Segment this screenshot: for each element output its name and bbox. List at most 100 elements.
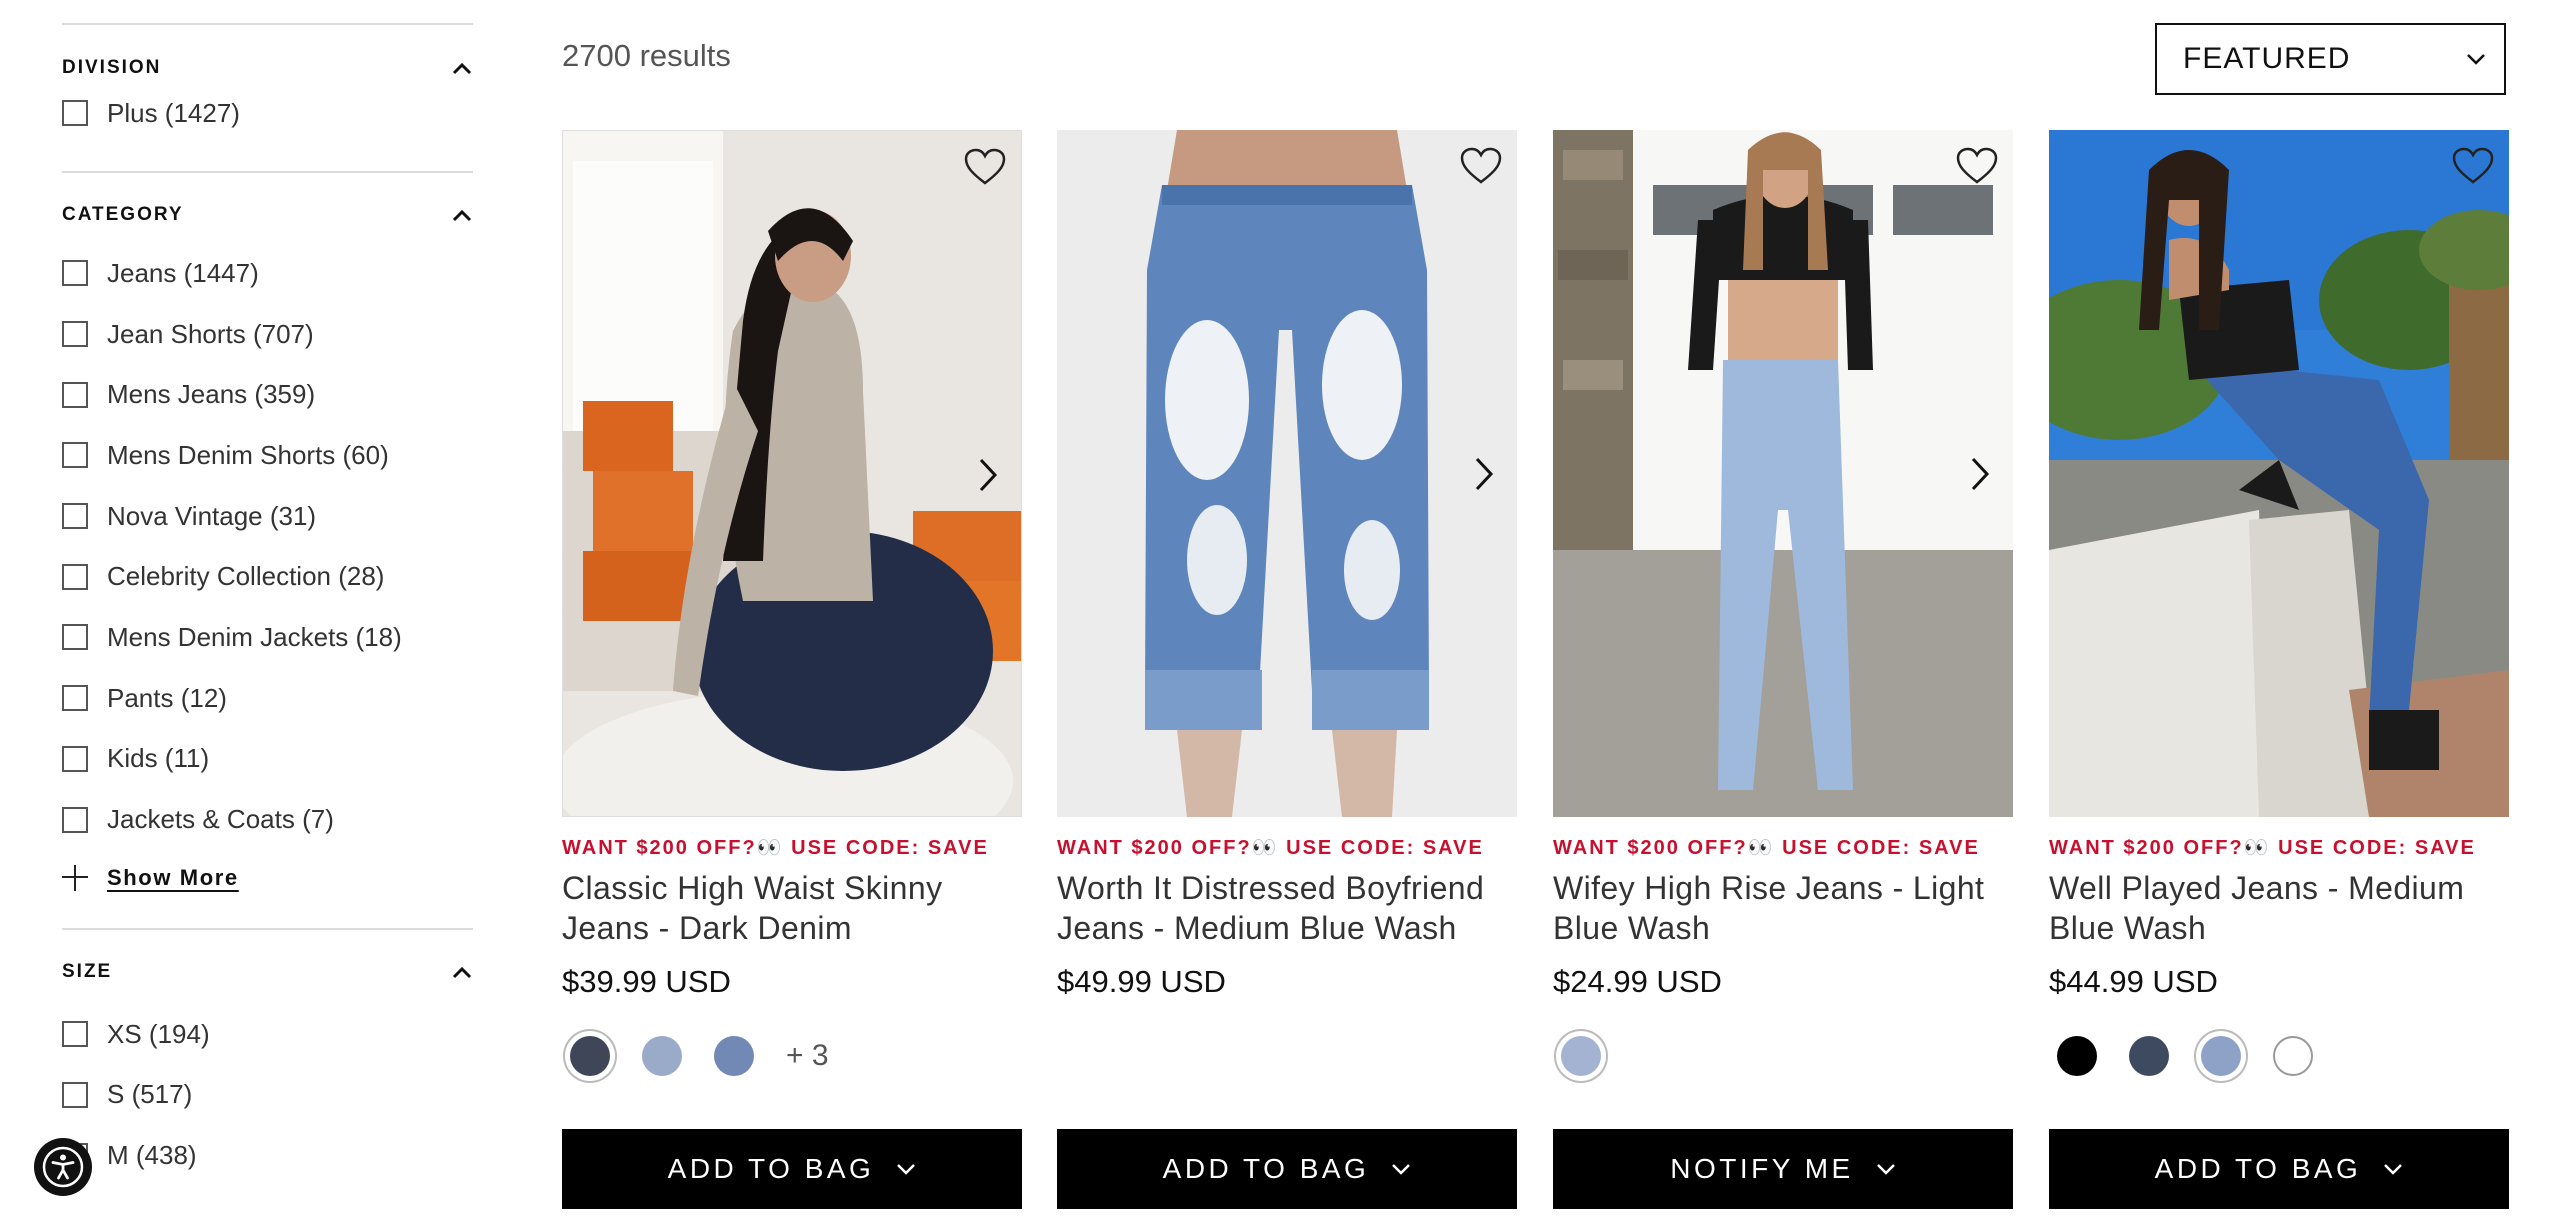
filter-option-pants[interactable]: Pants (12) — [62, 668, 473, 729]
product-card[interactable]: WANT $200 OFF?👀 USE CODE: SAVE Well Play… — [2049, 130, 2509, 1084]
product-price: $24.99 USD — [1553, 964, 1722, 999]
color-swatch[interactable] — [714, 1036, 754, 1076]
product-card[interactable]: WANT $200 OFF?👀 USE CODE: SAVE Wifey Hig… — [1553, 130, 2013, 1084]
checkbox[interactable] — [62, 1021, 88, 1048]
filter-sidebar: DIVISION Plus (1427) CATEGORY Jeans (144… — [62, 0, 473, 1186]
product-image[interactable] — [1057, 130, 1517, 817]
color-swatch[interactable] — [2201, 1036, 2241, 1076]
chevron-right-icon[interactable] — [1471, 455, 1497, 493]
add-to-bag-button[interactable]: ADD TO BAG — [562, 1129, 1022, 1209]
checkbox[interactable] — [62, 745, 88, 772]
filter-option-size-m[interactable]: M (438) — [62, 1125, 473, 1186]
sort-select[interactable]: FEATURED — [2155, 23, 2506, 95]
checkbox[interactable] — [62, 806, 88, 833]
color-swatch[interactable] — [570, 1036, 610, 1076]
filter-option-label: Kids (11) — [107, 743, 210, 774]
promo-text: WANT $200 OFF?👀 USE CODE: SAVE — [1057, 837, 1484, 859]
filter-option-label: Jackets & Coats (7) — [107, 804, 334, 835]
accessibility-button[interactable] — [34, 1138, 92, 1196]
chevron-down-icon — [897, 1164, 916, 1175]
product-image[interactable] — [2049, 130, 2509, 817]
heart-icon[interactable] — [2451, 146, 2495, 186]
filter-option-jackets-coats[interactable]: Jackets & Coats (7) — [62, 789, 473, 850]
size-filter-title: SIZE — [62, 960, 113, 982]
filter-option-celebrity-collection[interactable]: Celebrity Collection (28) — [62, 546, 473, 607]
checkbox[interactable] — [62, 685, 88, 712]
notify-me-button[interactable]: NOTIFY ME — [1553, 1129, 2013, 1209]
chevron-right-icon[interactable] — [1967, 455, 1993, 493]
heart-icon[interactable] — [1955, 146, 1999, 186]
category-filter-title: CATEGORY — [62, 204, 184, 225]
filter-option-size-xs[interactable]: XS (194) — [62, 1004, 473, 1065]
checkbox[interactable] — [62, 442, 88, 469]
filter-option-label: Celebrity Collection (28) — [107, 561, 385, 592]
product-price: $44.99 USD — [2049, 964, 2218, 999]
color-swatch[interactable] — [1561, 1036, 1601, 1076]
checkbox[interactable] — [62, 100, 88, 126]
cta-label: ADD TO BAG — [667, 1153, 875, 1184]
checkbox[interactable] — [62, 260, 88, 287]
division-filter-title: DIVISION — [62, 57, 162, 78]
filter-option-mens-denim-shorts[interactable]: Mens Denim Shorts (60) — [62, 425, 473, 486]
chevron-up-icon[interactable] — [451, 961, 473, 983]
product-card[interactable]: WANT $200 OFF?👀 USE CODE: SAVE Classic H… — [562, 130, 1022, 1084]
chevron-up-icon[interactable] — [451, 57, 473, 79]
product-image[interactable] — [1553, 130, 2013, 817]
product-name[interactable]: Classic High Waist Skinny Jeans - Dark D… — [562, 868, 1022, 948]
filter-option-label: XS (194) — [107, 1018, 210, 1049]
chevron-right-icon[interactable] — [975, 456, 1001, 494]
add-to-bag-button[interactable]: ADD TO BAG — [2049, 1129, 2509, 1209]
show-more-button[interactable]: Show More — [62, 850, 473, 906]
product-name[interactable]: Well Played Jeans - Medium Blue Wash — [2049, 868, 2509, 948]
filter-option-mens-denim-jackets[interactable]: Mens Denim Jackets (18) — [62, 607, 473, 668]
show-more-label: Show More — [107, 864, 239, 890]
color-swatches — [1553, 1028, 2013, 1084]
chevron-down-icon — [2384, 1164, 2403, 1175]
add-to-bag-button[interactable]: ADD TO BAG — [1057, 1129, 1517, 1209]
cta-label: ADD TO BAG — [1162, 1153, 1370, 1184]
cta-label: NOTIFY ME — [1670, 1153, 1854, 1184]
heart-icon[interactable] — [963, 147, 1007, 187]
filter-option-jeans[interactable]: Jeans (1447) — [62, 243, 473, 304]
promo-text: WANT $200 OFF?👀 USE CODE: SAVE — [2049, 837, 2476, 859]
filter-option-label: Jean Shorts (707) — [107, 318, 314, 349]
sort-selected-value: FEATURED — [2183, 42, 2351, 75]
color-swatches: + 3 — [562, 1028, 1022, 1084]
heart-icon[interactable] — [1459, 146, 1503, 186]
filter-option-label: Jeans (1447) — [107, 257, 259, 288]
filter-option-label: Pants (12) — [107, 682, 227, 713]
product-name[interactable]: Worth It Distressed Boyfriend Jeans - Me… — [1057, 868, 1517, 948]
color-swatch[interactable] — [642, 1036, 682, 1076]
results-count: 2700 results — [562, 38, 731, 73]
filter-option-jean-shorts[interactable]: Jean Shorts (707) — [62, 304, 473, 365]
checkbox[interactable] — [62, 624, 88, 651]
cta-label: ADD TO BAG — [2154, 1153, 2362, 1184]
promo-text: WANT $200 OFF?👀 USE CODE: SAVE — [1553, 837, 1980, 859]
checkbox[interactable] — [62, 563, 88, 590]
product-card[interactable]: WANT $200 OFF?👀 USE CODE: SAVE Worth It … — [1057, 130, 1517, 1000]
size-filter-header[interactable]: SIZE — [62, 930, 473, 1014]
product-price: $39.99 USD — [562, 964, 731, 999]
checkbox[interactable] — [62, 503, 88, 530]
color-swatch[interactable] — [2129, 1036, 2169, 1076]
checkbox[interactable] — [62, 381, 88, 408]
filter-option-label: Mens Jeans (359) — [107, 379, 316, 410]
filter-option-nova-vintage[interactable]: Nova Vintage (31) — [62, 486, 473, 547]
filter-option-label: Nova Vintage (31) — [107, 500, 317, 531]
filter-option-plus[interactable]: Plus (1427) — [62, 83, 473, 143]
filter-option-kids[interactable]: Kids (11) — [62, 729, 473, 790]
checkbox[interactable] — [62, 1081, 88, 1108]
chevron-up-icon[interactable] — [451, 204, 473, 226]
color-swatches — [2049, 1028, 2509, 1084]
promo-text: WANT $200 OFF?👀 USE CODE: SAVE — [562, 837, 989, 859]
filter-option-mens-jeans[interactable]: Mens Jeans (359) — [62, 364, 473, 425]
color-swatch[interactable] — [2273, 1036, 2313, 1076]
filter-option-size-s[interactable]: S (517) — [62, 1065, 473, 1126]
filter-option-label: Plus (1427) — [107, 97, 240, 128]
product-image[interactable] — [562, 130, 1022, 817]
chevron-down-icon — [1876, 1164, 1895, 1175]
checkbox[interactable] — [62, 321, 88, 348]
more-colors-count[interactable]: + 3 — [786, 1039, 829, 1073]
product-name[interactable]: Wifey High Rise Jeans - Light Blue Wash — [1553, 868, 2013, 948]
color-swatch[interactable] — [2057, 1036, 2097, 1076]
